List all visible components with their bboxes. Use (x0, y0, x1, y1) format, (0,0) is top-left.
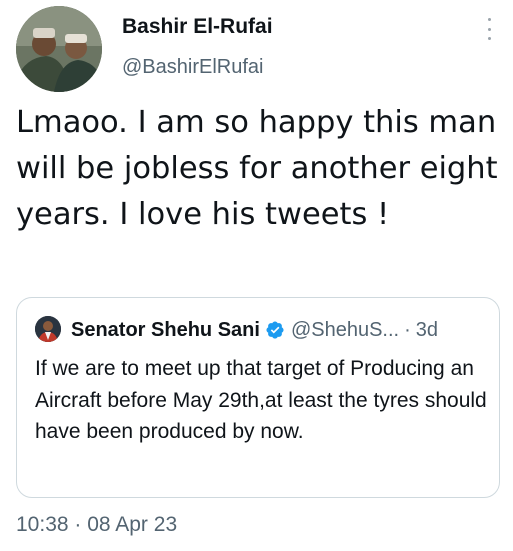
quoted-tweet-text: If we are to meet up that target of Prod… (35, 357, 487, 443)
quoted-author-handle[interactable]: @ShehuS... (291, 319, 399, 342)
profile-photo-icon (35, 316, 61, 342)
quoted-author-display-name[interactable]: Senator Shehu Sani (71, 319, 260, 342)
quoted-author-avatar[interactable] (35, 316, 61, 342)
author-handle[interactable]: @BashirElRufai (122, 56, 263, 79)
tweet-timestamp[interactable]: 10:38 · 08 Apr 23 (16, 513, 177, 537)
quoted-tweet-header: Senator Shehu Sani @ShehuS... · 3d (71, 316, 438, 344)
separator-dot: · (404, 318, 411, 341)
quoted-tweet-card[interactable]: Senator Shehu Sani @ShehuS... · 3d If we… (16, 297, 500, 498)
author-avatar[interactable] (16, 6, 102, 92)
profile-photo-icon (16, 6, 102, 92)
quoted-tweet-time[interactable]: 3d (416, 319, 438, 342)
more-vertical-icon[interactable] (482, 18, 496, 40)
verified-badge-icon (265, 320, 285, 340)
author-display-name[interactable]: Bashir El-Rufai (122, 15, 273, 39)
tweet-text: Lmaoo. I am so happy this man will be jo… (16, 105, 498, 232)
